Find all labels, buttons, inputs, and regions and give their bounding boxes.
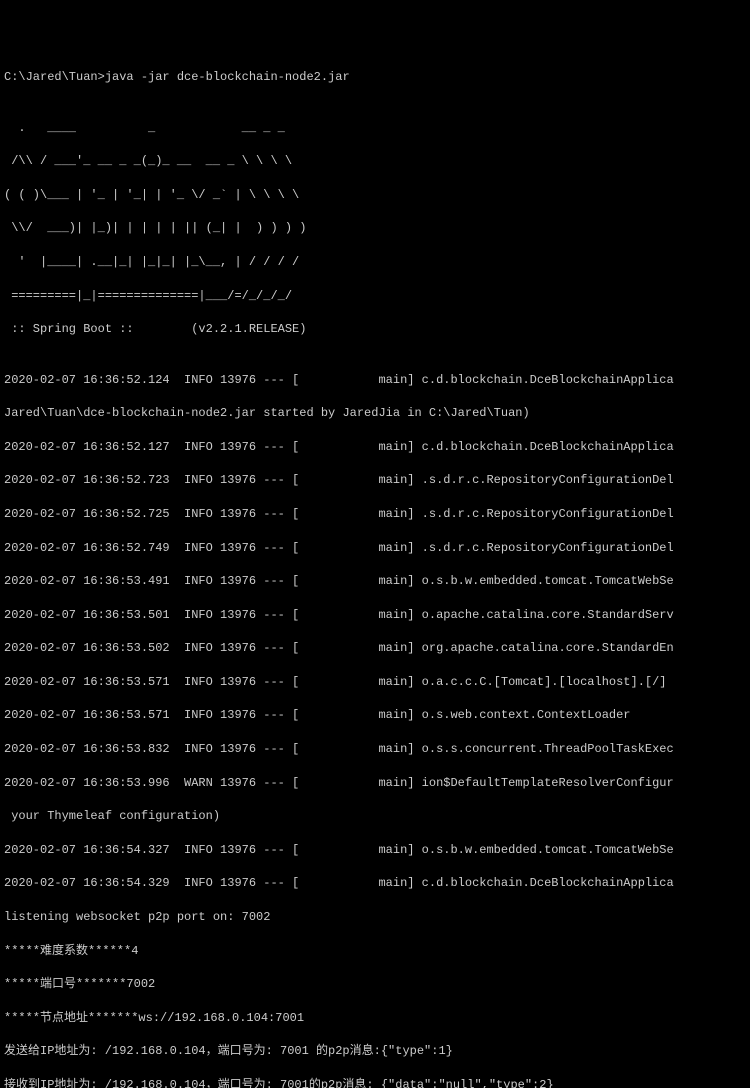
spring-boot-version: :: Spring Boot :: (v2.2.1.RELEASE) [4,321,746,338]
log-line-9: 2020-02-07 16:36:53.502 INFO 13976 --- [… [4,640,746,657]
log-line-8: 2020-02-07 16:36:53.501 INFO 13976 --- [… [4,607,746,624]
log-line-11: 2020-02-07 16:36:53.571 INFO 13976 --- [… [4,707,746,724]
log-line-3: 2020-02-07 16:36:52.127 INFO 13976 --- [… [4,439,746,456]
log-line-16: 2020-02-07 16:36:54.329 INFO 13976 --- [… [4,875,746,892]
ascii-art-line-1: . ____ _ __ _ _ [4,120,746,137]
log-line-21: 发送给IP地址为: /192.168.0.104，端口号为: 7001 的p2p… [4,1043,746,1060]
ascii-art-line-6: =========|_|==============|___/=/_/_/_/ [4,288,746,305]
log-line-20: *****节点地址*******ws://192.168.0.104:7001 [4,1010,746,1027]
log-line-18: *****难度系数******4 [4,943,746,960]
log-line-14: your Thymeleaf configuration) [4,808,746,825]
log-line-6: 2020-02-07 16:36:52.749 INFO 13976 --- [… [4,540,746,557]
log-line-7: 2020-02-07 16:36:53.491 INFO 13976 --- [… [4,573,746,590]
log-line-19: *****端口号*******7002 [4,976,746,993]
ascii-art-line-3: ( ( )\___ | '_ | '_| | '_ \/ _` | \ \ \ … [4,187,746,204]
log-line-15: 2020-02-07 16:36:54.327 INFO 13976 --- [… [4,842,746,859]
ascii-art-line-4: \\/ ___)| |_)| | | | | || (_| | ) ) ) ) [4,220,746,237]
log-line-1: 2020-02-07 16:36:52.124 INFO 13976 --- [… [4,372,746,389]
log-line-10: 2020-02-07 16:36:53.571 INFO 13976 --- [… [4,674,746,691]
ascii-art-line-2: /\\ / ___'_ __ _ _(_)_ __ __ _ \ \ \ \ [4,153,746,170]
log-line-13: 2020-02-07 16:36:53.996 WARN 13976 --- [… [4,775,746,792]
log-line-5: 2020-02-07 16:36:52.725 INFO 13976 --- [… [4,506,746,523]
log-line-12: 2020-02-07 16:36:53.832 INFO 13976 --- [… [4,741,746,758]
ascii-art-line-5: ' |____| .__|_| |_|_| |_\__, | / / / / [4,254,746,271]
log-line-22: 接收到IP地址为: /192.168.0.104，端口号为: 7001的p2p消… [4,1077,746,1088]
command-prompt: C:\Jared\Tuan>java -jar dce-blockchain-n… [4,69,746,86]
log-line-17: listening websocket p2p port on: 7002 [4,909,746,926]
log-line-4: 2020-02-07 16:36:52.723 INFO 13976 --- [… [4,472,746,489]
log-line-2: Jared\Tuan\dce-blockchain-node2.jar star… [4,405,746,422]
